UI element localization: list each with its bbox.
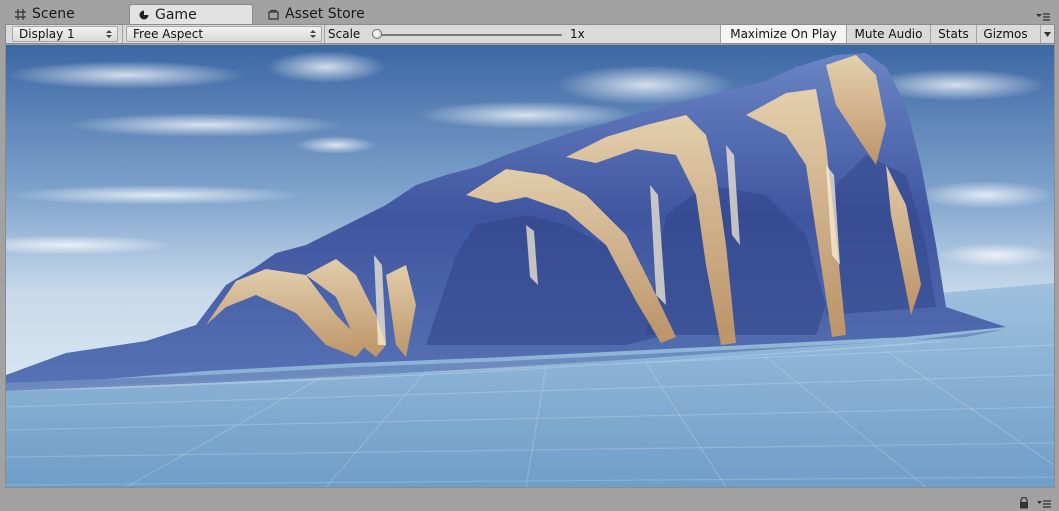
dropdown-arrows-icon	[310, 30, 316, 38]
tab-bar: Scene Game Asset Store	[0, 0, 1059, 25]
scale-label: Scale	[328, 27, 361, 41]
toolbar-divider	[324, 25, 325, 43]
lock-icon[interactable]	[1019, 497, 1029, 509]
game-icon	[138, 9, 150, 21]
tab-asset-store-label: Asset Store	[285, 6, 365, 22]
scale-slider-track[interactable]	[374, 34, 562, 36]
gizmos-dropdown-arrow-icon[interactable]	[1040, 25, 1054, 43]
stats-label: Stats	[938, 27, 969, 41]
tab-scene[interactable]: Scene	[6, 4, 124, 24]
tab-game[interactable]: Game	[129, 4, 253, 25]
scale-value: 1x	[570, 27, 585, 41]
grid-icon	[14, 8, 27, 21]
tab-scene-label: Scene	[32, 6, 75, 22]
aspect-dropdown[interactable]: Free Aspect	[126, 26, 322, 42]
scale-slider-thumb[interactable]	[372, 29, 382, 39]
maximize-on-play-label: Maximize On Play	[730, 27, 837, 41]
game-toolbar: Display 1 Free Aspect Scale 1x Maximize …	[5, 24, 1055, 44]
panel-menu-icon[interactable]	[1037, 499, 1051, 509]
display-dropdown-value: Display 1	[19, 27, 75, 41]
tab-options-menu-icon[interactable]	[1035, 8, 1051, 21]
toolbar-divider	[122, 25, 123, 43]
aspect-dropdown-value: Free Aspect	[133, 27, 204, 41]
gizmos-toggle[interactable]: Gizmos	[976, 25, 1034, 43]
tab-asset-store[interactable]: Asset Store	[259, 4, 379, 24]
tab-game-label: Game	[155, 7, 197, 23]
maximize-on-play-toggle[interactable]: Maximize On Play	[720, 25, 846, 43]
display-dropdown[interactable]: Display 1	[12, 26, 118, 42]
rendered-wave-scene	[6, 45, 1054, 487]
game-view[interactable]	[5, 45, 1055, 488]
dropdown-arrows-icon	[106, 30, 112, 38]
mute-audio-label: Mute Audio	[854, 27, 923, 41]
stats-toggle[interactable]: Stats	[930, 25, 976, 43]
bottom-bar	[0, 489, 1059, 511]
gizmos-label: Gizmos	[983, 27, 1028, 41]
game-window: Scene Game Asset Store Display 1 Free As…	[0, 0, 1059, 511]
store-icon	[267, 8, 280, 21]
mute-audio-toggle[interactable]: Mute Audio	[846, 25, 930, 43]
